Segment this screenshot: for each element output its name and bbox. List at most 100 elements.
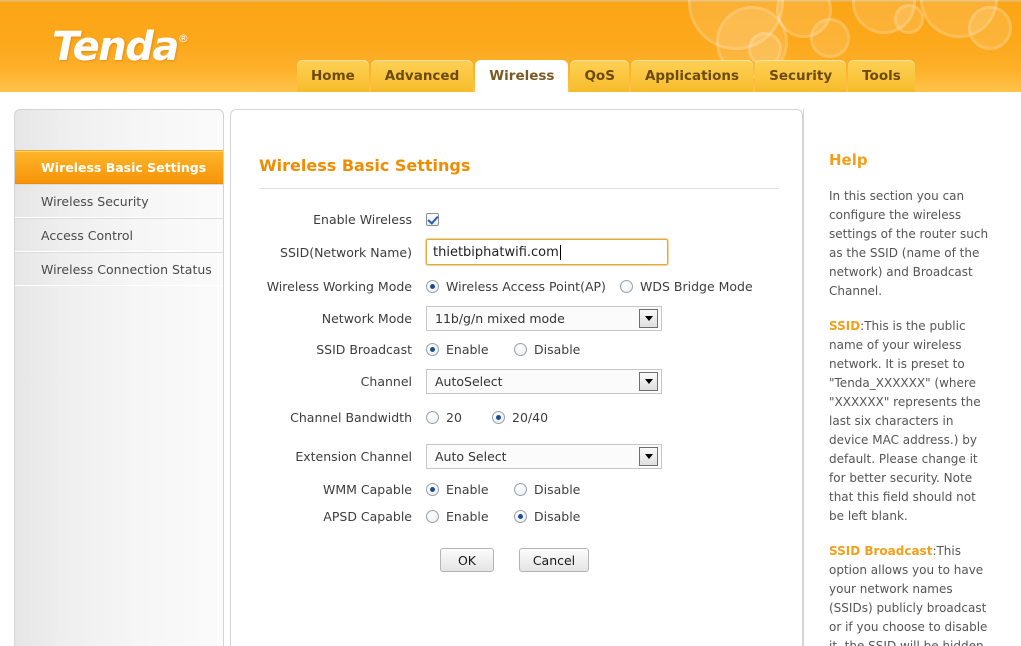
sidebar-top-spacer bbox=[15, 110, 223, 150]
help-title: Help bbox=[829, 151, 868, 169]
tab-label: Security bbox=[769, 68, 833, 84]
working-mode-ap-label: Wireless Access Point(AP) bbox=[446, 278, 606, 294]
bandwidth-20-radio[interactable] bbox=[426, 410, 439, 424]
tab-label: QoS bbox=[584, 68, 615, 84]
tab-advanced[interactable]: Advanced bbox=[370, 60, 474, 92]
tab-home[interactable]: Home bbox=[297, 60, 369, 92]
sidebar: Wireless Basic Settings Wireless Securit… bbox=[14, 109, 224, 646]
wmm-disable-option[interactable]: Disable bbox=[514, 482, 580, 497]
form-row-enable-wireless: Enable Wireless bbox=[231, 205, 804, 233]
tab-label: Applications bbox=[644, 68, 740, 84]
label-channel-bandwidth: Channel Bandwidth bbox=[290, 409, 412, 425]
sidebar-item-label: Wireless Security bbox=[41, 193, 149, 209]
enable-wireless-checkbox[interactable] bbox=[426, 212, 439, 226]
label-enable-wireless: Enable Wireless bbox=[313, 211, 412, 227]
tab-label: Home bbox=[311, 68, 355, 84]
chevron-down-icon[interactable] bbox=[639, 371, 658, 391]
decorative-bubble bbox=[894, 4, 924, 34]
help-ssid-broadcast-text: :This option allows you to have your net… bbox=[829, 544, 988, 646]
sidebar-item-label: Wireless Basic Settings bbox=[41, 159, 207, 175]
channel-selected-value: AutoSelect bbox=[435, 373, 503, 389]
help-panel-divider bbox=[803, 109, 804, 646]
apsd-enable-radio[interactable] bbox=[426, 510, 439, 523]
ssid-broadcast-enable-radio[interactable] bbox=[426, 343, 439, 356]
apsd-enable-label: Enable bbox=[446, 509, 489, 524]
tab-tools[interactable]: Tools bbox=[848, 60, 915, 92]
apsd-disable-radio[interactable] bbox=[514, 510, 527, 523]
form-row-ssid-broadcast: SSID Broadcast Enable Disable bbox=[231, 335, 804, 364]
channel-select[interactable]: AutoSelect bbox=[426, 368, 662, 394]
tab-qos[interactable]: QoS bbox=[570, 60, 629, 92]
form-actions: OK Cancel bbox=[231, 548, 804, 572]
wireless-basic-settings-form: Enable Wireless SSID(Network Name) thiet… bbox=[231, 205, 804, 572]
wmm-disable-radio[interactable] bbox=[514, 483, 527, 496]
tenda-logo: Tenda® bbox=[52, 24, 189, 70]
tab-security[interactable]: Security bbox=[755, 60, 847, 92]
site-header: Tenda® Home Advanced Wireless QoS Applic… bbox=[0, 0, 1021, 92]
main-content-panel: Wireless Basic Settings Enable Wireless … bbox=[230, 109, 803, 646]
cancel-button[interactable]: Cancel bbox=[519, 548, 589, 572]
ssid-broadcast-enable-label: Enable bbox=[446, 342, 489, 357]
page-title: Wireless Basic Settings bbox=[259, 156, 471, 175]
ssid-broadcast-enable-option[interactable]: Enable bbox=[426, 342, 514, 357]
help-panel: Help In this section you can configure t… bbox=[809, 109, 1007, 646]
wmm-disable-label: Disable bbox=[534, 482, 581, 497]
help-intro-paragraph: In this section you can configure the wi… bbox=[829, 189, 989, 298]
bandwidth-2040-option[interactable]: 20/40 bbox=[492, 410, 548, 425]
working-mode-wds-radio[interactable] bbox=[620, 279, 633, 293]
bandwidth-2040-label: 20/40 bbox=[512, 409, 549, 425]
main-navigation: Home Advanced Wireless QoS Applications … bbox=[297, 60, 917, 92]
form-row-wmm-capable: WMM Capable Enable Disable bbox=[231, 476, 804, 503]
working-mode-ap-option[interactable]: Wireless Access Point(AP) bbox=[426, 279, 620, 294]
wmm-enable-option[interactable]: Enable bbox=[426, 482, 514, 497]
label-ssid: SSID(Network Name) bbox=[280, 244, 412, 260]
tab-applications[interactable]: Applications bbox=[630, 60, 754, 92]
apsd-enable-option[interactable]: Enable bbox=[426, 509, 514, 524]
sidebar-item-wireless-connection-status[interactable]: Wireless Connection Status bbox=[15, 252, 223, 286]
apsd-disable-option[interactable]: Disable bbox=[514, 509, 580, 524]
extension-channel-selected-value: Auto Select bbox=[435, 448, 507, 464]
wmm-enable-radio[interactable] bbox=[426, 483, 439, 496]
bandwidth-20-option[interactable]: 20 bbox=[426, 410, 492, 425]
ok-button[interactable]: OK bbox=[440, 548, 494, 572]
ok-button-label: OK bbox=[457, 552, 477, 568]
sidebar-item-wireless-security[interactable]: Wireless Security bbox=[15, 184, 223, 218]
apsd-disable-label: Disable bbox=[534, 509, 581, 524]
tab-label: Tools bbox=[862, 68, 901, 84]
ssid-broadcast-disable-option[interactable]: Disable bbox=[514, 342, 580, 357]
label-wmm-capable: WMM Capable bbox=[323, 482, 412, 497]
label-working-mode: Wireless Working Mode bbox=[266, 278, 412, 294]
ssid-input[interactable]: thietbiphatwifi.com bbox=[425, 238, 669, 266]
help-ssid-term: SSID bbox=[829, 319, 861, 333]
decorative-bubble bbox=[968, 6, 1012, 50]
label-ssid-broadcast: SSID Broadcast bbox=[316, 342, 412, 357]
working-mode-ap-radio[interactable] bbox=[426, 279, 439, 293]
bandwidth-20-label: 20 bbox=[446, 409, 462, 425]
help-ssid-broadcast-term: SSID Broadcast bbox=[829, 544, 933, 558]
form-row-working-mode: Wireless Working Mode Wireless Access Po… bbox=[231, 271, 804, 301]
form-row-network-mode: Network Mode 11b/g/n mixed mode bbox=[231, 301, 804, 335]
sidebar-item-label: Wireless Connection Status bbox=[41, 261, 212, 277]
tab-label: Wireless bbox=[489, 68, 555, 84]
extension-channel-select[interactable]: Auto Select bbox=[426, 443, 662, 469]
title-divider bbox=[259, 188, 779, 189]
label-channel: Channel bbox=[360, 373, 412, 389]
decorative-bubble bbox=[810, 18, 850, 58]
network-mode-select[interactable]: 11b/g/n mixed mode bbox=[426, 305, 662, 331]
text-caret bbox=[559, 244, 561, 260]
help-ssid-text: :This is the public name of your wireles… bbox=[829, 319, 981, 523]
sidebar-item-wireless-basic-settings[interactable]: Wireless Basic Settings bbox=[15, 150, 223, 184]
form-row-extension-channel: Extension Channel Auto Select bbox=[231, 436, 804, 476]
label-network-mode: Network Mode bbox=[321, 310, 412, 326]
chevron-down-icon[interactable] bbox=[639, 308, 658, 328]
ssid-broadcast-disable-label: Disable bbox=[534, 342, 581, 357]
sidebar-item-access-control[interactable]: Access Control bbox=[15, 218, 223, 252]
ssid-broadcast-disable-radio[interactable] bbox=[514, 343, 527, 356]
cancel-button-label: Cancel bbox=[532, 552, 576, 568]
working-mode-wds-option[interactable]: WDS Bridge Mode bbox=[620, 279, 753, 294]
chevron-down-icon[interactable] bbox=[639, 446, 658, 466]
network-mode-selected-value: 11b/g/n mixed mode bbox=[435, 310, 565, 326]
wmm-enable-label: Enable bbox=[446, 482, 489, 497]
tab-wireless[interactable]: Wireless bbox=[475, 60, 569, 92]
bandwidth-2040-radio[interactable] bbox=[492, 410, 505, 424]
